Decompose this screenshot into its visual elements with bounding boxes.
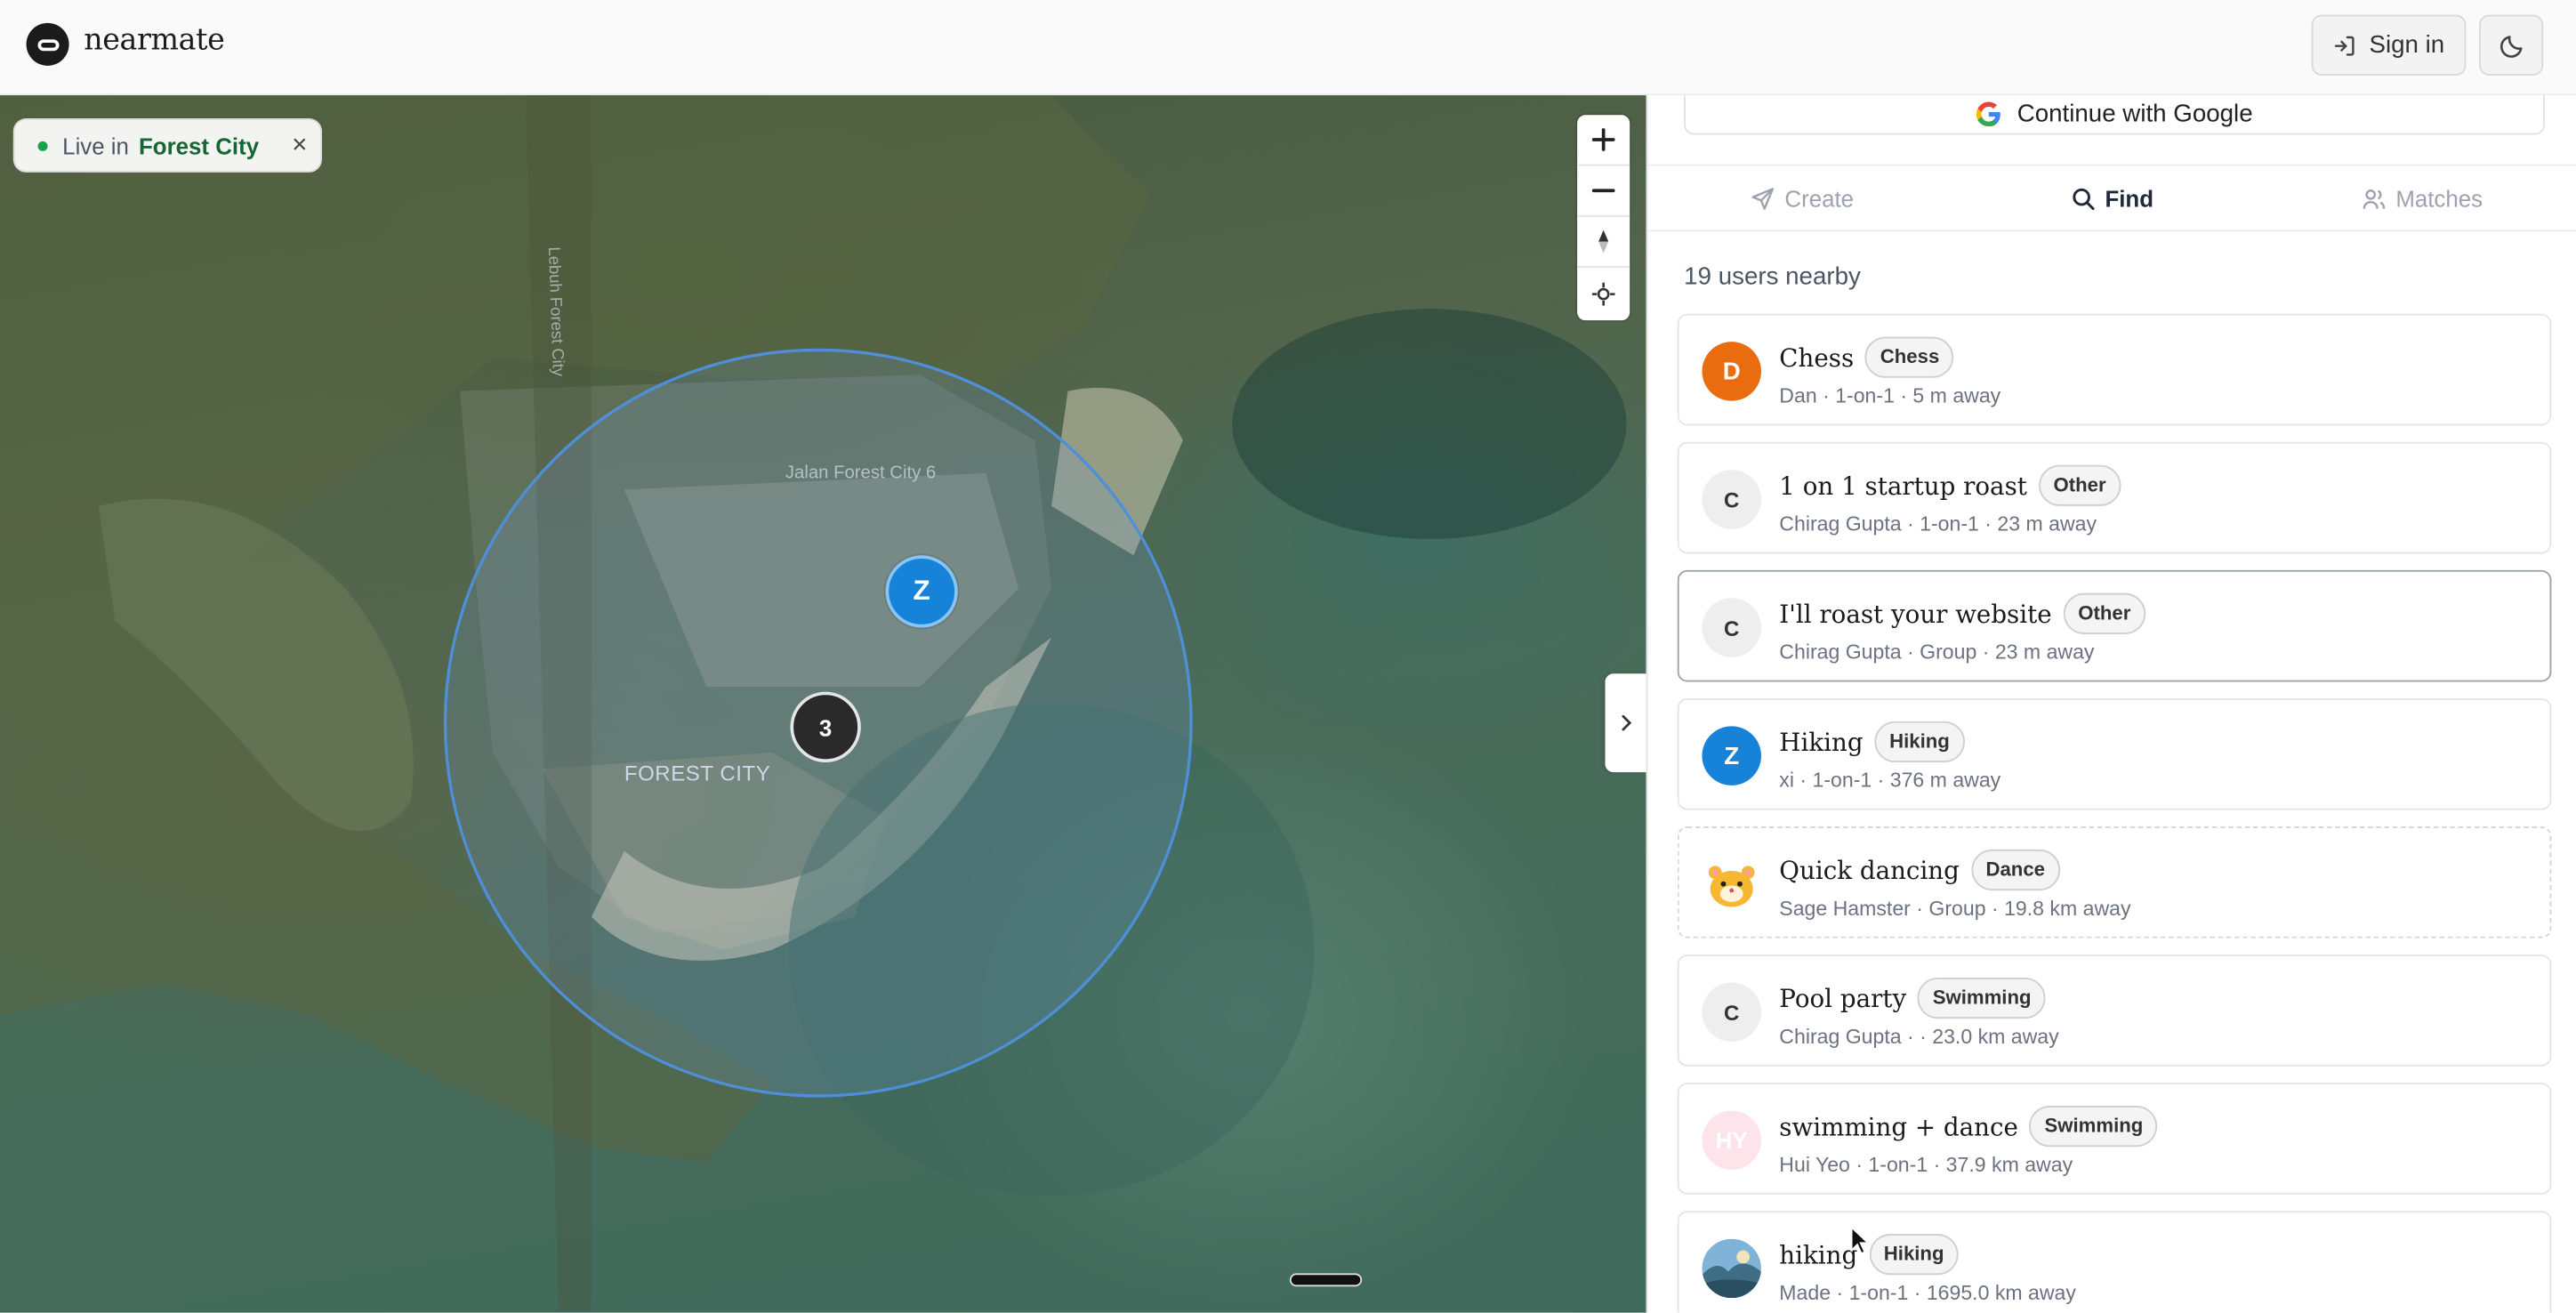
expand-panel-button[interactable] — [1605, 673, 1646, 773]
card-title: swimming + dance — [1779, 1111, 2018, 1141]
card-subtitle: xi · 1-on-1 · 376 m away — [1779, 769, 2001, 793]
card-title: I'll roast your website — [1779, 599, 2052, 629]
category-tag: Hiking — [1874, 721, 1965, 763]
compass-icon — [1598, 230, 1609, 254]
brand-name[interactable]: nearmate — [84, 23, 225, 58]
activity-list: D Chess Chess Dan · 1-on-1 · 5 m away C 1… — [1677, 313, 2552, 1313]
map-view[interactable]: Live in Forest City × Lebuh Forest City … — [0, 95, 1646, 1313]
city-label: FOREST CITY — [624, 761, 771, 785]
card-title: Chess — [1779, 342, 1855, 373]
login-icon — [2334, 35, 2355, 55]
avatar: HY — [1702, 1110, 1761, 1171]
tab-label: Matches — [2395, 184, 2483, 212]
tab-label: Create — [1784, 184, 1855, 212]
send-icon — [1752, 187, 1775, 209]
category-tag: Swimming — [2029, 1106, 2158, 1148]
locate-button[interactable] — [1577, 268, 1630, 318]
card-subtitle: Made · 1-on-1 · 1695.0 km away — [1779, 1281, 2076, 1305]
zoom-in-button[interactable] — [1577, 115, 1630, 166]
plus-icon — [1591, 128, 1615, 151]
google-label: Continue with Google — [2017, 99, 2253, 128]
card-title: hiking — [1779, 1239, 1858, 1269]
card-subtitle: Dan · 1-on-1 · 5 m away — [1779, 384, 2001, 408]
card-subtitle: Hui Yeo · 1-on-1 · 37.9 km away — [1779, 1153, 2073, 1177]
category-tag: Other — [2038, 464, 2121, 506]
compass-button[interactable] — [1577, 217, 1630, 269]
category-tag: Dance — [1970, 849, 2060, 891]
zoom-out-button[interactable] — [1577, 166, 1630, 217]
category-tag: Swimming — [1918, 977, 2047, 1019]
google-icon — [1976, 101, 2000, 126]
tab-label: Find — [2105, 184, 2154, 212]
card-subtitle: Chirag Gupta · 1-on-1 · 23 m away — [1779, 512, 2097, 536]
users-icon — [2363, 189, 2386, 208]
category-tag: Chess — [1865, 336, 1954, 378]
avatar: C — [1702, 470, 1761, 529]
sign-in-button[interactable]: Sign in — [2311, 14, 2467, 76]
theme-toggle-button[interactable] — [2479, 14, 2544, 76]
mouse-cursor-icon — [1850, 1225, 1871, 1255]
card-subtitle: Sage Hamster · Group · 19.8 km away — [1779, 897, 2131, 921]
list-item[interactable]: Z Hiking Hiking xi · 1-on-1 · 376 m away — [1677, 697, 2552, 810]
card-title: 1 on 1 startup roast — [1779, 471, 2027, 501]
card-subtitle: Chirag Gupta · Group · 23 m away — [1779, 640, 2095, 665]
list-item[interactable]: C 1 on 1 startup roast Other Chirag Gupta… — [1677, 441, 2552, 554]
category-tag: Other — [2063, 592, 2145, 634]
logo-icon[interactable] — [26, 22, 69, 66]
card-title: Pool party — [1779, 983, 1907, 1013]
card-subtitle: Chirag Gupta · · 23.0 km away — [1779, 1025, 2059, 1049]
drag-handle[interactable] — [1289, 1273, 1363, 1287]
landscape-avatar-icon — [1702, 1238, 1761, 1299]
side-panel: Continue with Google Create Find Matches… — [1646, 95, 2576, 1313]
sign-in-label: Sign in — [2369, 31, 2445, 60]
panel-tabs: Create Find Matches — [1647, 164, 2576, 232]
app-header: nearmate Sign in — [0, 0, 2576, 96]
list-item[interactable]: C I'll roast your website Other Chirag Gu… — [1677, 569, 2552, 682]
live-prefix: Live in — [62, 132, 129, 159]
tab-find[interactable]: Find — [1958, 166, 2267, 230]
list-item[interactable]: D Chess Chess Dan · 1-on-1 · 5 m away — [1677, 313, 2552, 426]
live-city: Forest City — [139, 132, 260, 159]
chevron-right-icon — [1622, 714, 1632, 731]
cluster-marker[interactable]: 3 — [790, 691, 861, 763]
avatar: D — [1702, 342, 1761, 401]
minus-icon — [1591, 189, 1615, 193]
user-marker[interactable]: Z — [885, 555, 958, 628]
avatar: C — [1702, 982, 1761, 1042]
list-item[interactable]: C Pool party Swimming Chirag Gupta · · 23… — [1677, 955, 2552, 1067]
tab-matches[interactable]: Matches — [2267, 166, 2576, 230]
list-item[interactable]: HY swimming + dance Swimming Hui Yeo · 1-… — [1677, 1083, 2552, 1195]
card-title: Hiking — [1779, 727, 1864, 757]
live-location-chip[interactable]: Live in Forest City × — [12, 117, 323, 173]
crosshair-icon — [1591, 281, 1615, 305]
moon-icon — [2500, 35, 2522, 57]
tab-create[interactable]: Create — [1648, 166, 1958, 230]
list-item[interactable]: hiking Hiking Made · 1-on-1 · 1695.0 km a… — [1677, 1211, 2552, 1313]
close-icon[interactable]: × — [292, 132, 307, 161]
card-title: Quick dancing — [1779, 855, 1960, 885]
live-indicator-dot — [37, 140, 48, 151]
avatar: C — [1702, 598, 1761, 657]
category-tag: Hiking — [1869, 1234, 1960, 1276]
map-controls — [1577, 115, 1630, 321]
list-item[interactable]: Quick dancing Dance Sage Hamster · Group … — [1677, 826, 2552, 938]
continue-with-google-button[interactable]: Continue with Google — [1684, 95, 2546, 135]
road-label: Jalan Forest City 6 — [785, 463, 937, 484]
avatar: Z — [1702, 726, 1761, 785]
hamster-avatar-icon — [1702, 854, 1761, 914]
users-nearby-count: 19 users nearby — [1684, 262, 1861, 291]
search-icon — [2073, 187, 2095, 210]
